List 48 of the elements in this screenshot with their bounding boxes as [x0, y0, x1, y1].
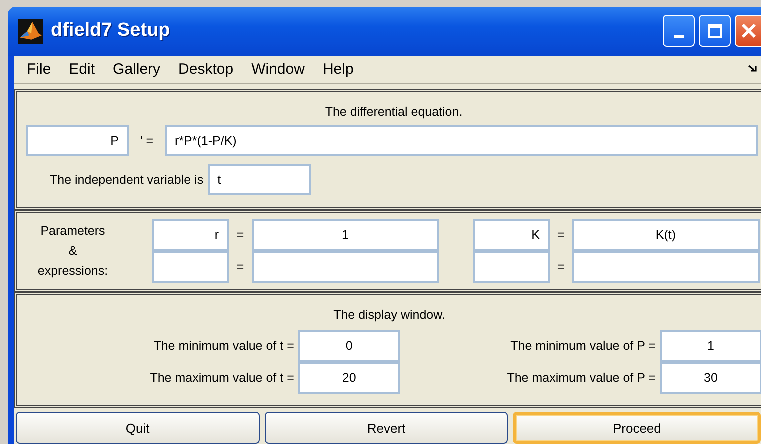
menu-item[interactable]: Desktop — [170, 60, 243, 78]
equals-sign: = — [556, 259, 566, 276]
close-button[interactable] — [735, 15, 761, 48]
panel-title: The differential equation. — [324, 105, 464, 119]
variable-field[interactable]: P — [26, 125, 129, 156]
maximize-button[interactable] — [699, 15, 731, 48]
independent-variable-label: The independent variable is — [50, 172, 204, 186]
range-label: The minimum value of P = — [510, 339, 656, 353]
panel-title: The display window. — [332, 308, 446, 322]
range-label: The maximum value of P = — [507, 371, 656, 385]
independent-variable-field[interactable]: t — [208, 164, 311, 195]
range-label: The minimum value of t = — [154, 339, 294, 353]
minimize-icon — [674, 35, 684, 40]
parameter-name-field[interactable]: r — [152, 219, 229, 251]
ampersand-label: & — [68, 243, 78, 260]
range-field[interactable]: 0 — [298, 330, 400, 362]
action-button[interactable]: Proceed — [513, 412, 761, 444]
action-button[interactable]: Quit — [16, 412, 260, 444]
prime-equals-label: ' = — [139, 134, 155, 148]
close-icon — [740, 23, 756, 40]
range-label: The maximum value of t = — [150, 371, 294, 385]
equals-sign: = — [236, 259, 246, 276]
peak-icon — [18, 18, 43, 44]
menu-item[interactable]: Gallery — [104, 60, 170, 78]
parameter-value-field[interactable] — [252, 251, 439, 283]
range-field[interactable]: 1 — [660, 330, 761, 362]
menu-item[interactable]: Help — [314, 60, 363, 78]
minimize-button[interactable] — [663, 15, 695, 48]
menu-item[interactable]: Window — [242, 60, 314, 78]
range-field[interactable]: 30 — [660, 362, 761, 394]
equals-sign: = — [236, 227, 246, 244]
parameter-value-field[interactable]: 1 — [252, 219, 439, 251]
action-button[interactable]: Revert — [264, 412, 508, 444]
parameter-name-field[interactable] — [152, 251, 229, 283]
parameters-label: Parameters — [40, 223, 106, 240]
equals-sign: = — [556, 227, 566, 244]
menu-item[interactable]: Edit — [60, 60, 104, 78]
parameter-name-field[interactable] — [473, 251, 550, 283]
window-title: dfield7 Setup — [51, 20, 170, 42]
parameter-value-field[interactable] — [572, 251, 760, 283]
parameter-name-field[interactable]: K — [473, 219, 550, 251]
parameter-value-field[interactable]: K(t) — [572, 219, 760, 251]
equation-field[interactable]: r*P*(1-P/K) — [165, 125, 758, 156]
expressions-label: expressions: — [38, 263, 108, 280]
maximize-icon — [708, 24, 722, 38]
menu-item[interactable]: File — [18, 60, 60, 78]
range-field[interactable]: 20 — [298, 362, 400, 394]
dock-arrow-icon — [748, 65, 758, 74]
